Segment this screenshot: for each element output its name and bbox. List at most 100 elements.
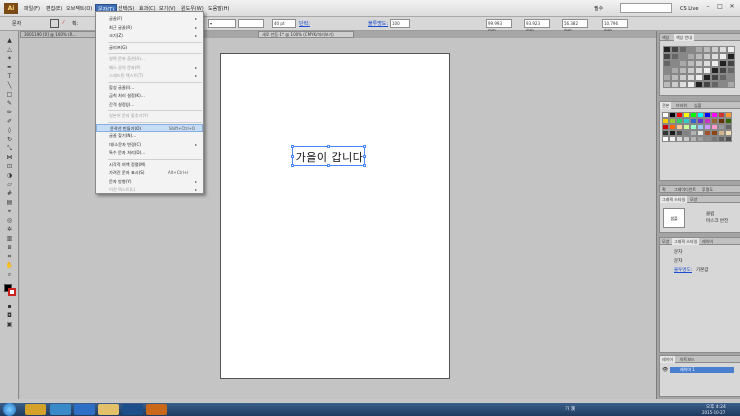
tab-layers[interactable]: 레이어: [660, 356, 676, 363]
swatch-cell[interactable]: [676, 136, 683, 142]
color-guide-grid[interactable]: [663, 46, 735, 88]
color-guide-swatch[interactable]: [719, 60, 727, 67]
tab-color[interactable]: 색상: [660, 34, 671, 41]
handle-right[interactable]: [363, 155, 366, 158]
type-menu-item[interactable]: 글리프(G): [96, 44, 203, 52]
selection-tool-icon[interactable]: ▲: [3, 37, 16, 44]
type-menu-item[interactable]: 시각적 여백 정렬(M): [96, 161, 203, 169]
tab-appearance[interactable]: 모양: [660, 238, 671, 245]
artboard-tool-icon[interactable]: ⧈: [3, 244, 16, 251]
color-guide-swatch[interactable]: [695, 53, 703, 60]
clip-option[interactable]: 클립: [706, 211, 714, 217]
width-tool-icon[interactable]: ⋈: [3, 154, 16, 161]
color-guide-swatch[interactable]: [687, 60, 695, 67]
swatch-cell[interactable]: [690, 136, 697, 142]
x-field[interactable]: 99.993 mm: [486, 19, 512, 33]
start-button-icon[interactable]: [3, 403, 16, 416]
line-tool-icon[interactable]: ╲: [3, 82, 16, 89]
swatch-cell[interactable]: [683, 136, 690, 142]
pencil-tool-icon[interactable]: ✏: [3, 109, 16, 116]
color-guide-swatch[interactable]: [663, 81, 671, 88]
clock-date[interactable]: 2015-10-27: [702, 410, 725, 415]
swatch-cell[interactable]: [662, 136, 669, 142]
stroke-swatch-icon[interactable]: ⁄: [63, 20, 64, 26]
handle-bottom-left[interactable]: [291, 164, 294, 167]
color-guide-swatch[interactable]: [711, 74, 719, 81]
type-menu-item[interactable]: 윤곽선 만들기(O) Shift+Ctrl+O: [96, 123, 203, 132]
color-guide-swatch[interactable]: [695, 46, 703, 53]
color-guide-swatch[interactable]: [727, 74, 735, 81]
handle-bottom-right[interactable]: [363, 164, 366, 167]
invert-mask-option[interactable]: 마스크 반전: [706, 218, 728, 224]
graph-tool-icon[interactable]: ▥: [3, 235, 16, 242]
appearance-opacity-link[interactable]: 불투명도:: [674, 267, 692, 273]
perspective-tool-icon[interactable]: ▱: [3, 181, 16, 188]
tab-stroke[interactable]: 획: [660, 186, 668, 193]
color-guide-swatch[interactable]: [671, 53, 679, 60]
draw-mode-icon[interactable]: ◘: [3, 312, 16, 319]
menu-edit[interactable]: 편집(E): [44, 4, 64, 14]
close-icon[interactable]: ✕: [726, 2, 738, 11]
color-guide-swatch[interactable]: [671, 74, 679, 81]
tab-appearance-mini[interactable]: 모양: [688, 196, 699, 203]
stroke-color-icon[interactable]: [8, 288, 16, 296]
direct-selection-tool-icon[interactable]: △: [3, 46, 16, 53]
font-size-value[interactable]: 40 pt: [272, 19, 296, 28]
type-menu-item[interactable]: 최근 글꼴(R) ▸: [96, 24, 203, 32]
tab-color-guide[interactable]: 색상 안내: [674, 34, 694, 41]
handle-left[interactable]: [291, 155, 294, 158]
layer-row[interactable]: 레이어 1: [670, 367, 734, 373]
tab-layers-mini[interactable]: 레이어: [700, 238, 715, 245]
screen-mode-icon[interactable]: ▣: [3, 321, 16, 328]
color-guide-swatch[interactable]: [687, 53, 695, 60]
color-guide-swatch[interactable]: [711, 46, 719, 53]
handle-bottom[interactable]: [327, 164, 330, 167]
color-guide-swatch[interactable]: [695, 60, 703, 67]
color-guide-swatch[interactable]: [727, 53, 735, 60]
tab-graphic-styles[interactable]: 그래픽 스타일: [660, 196, 688, 203]
style-preview[interactable]: 샘플: [663, 208, 685, 228]
color-guide-swatch[interactable]: [719, 74, 727, 81]
type-menu-item[interactable]: 크기(Z) ▸: [96, 32, 203, 40]
type-menu-item[interactable]: 금칙 처리 설정(K)...: [96, 92, 203, 100]
swatch-grid[interactable]: [662, 112, 732, 142]
color-guide-swatch[interactable]: [695, 81, 703, 88]
color-guide-swatch[interactable]: [719, 81, 727, 88]
handle-top-right[interactable]: [363, 145, 366, 148]
selected-text-object[interactable]: 가을이 갑니다: [291, 145, 366, 167]
handle-top-left[interactable]: [291, 145, 294, 148]
color-guide-swatch[interactable]: [679, 53, 687, 60]
color-guide-swatch[interactable]: [703, 60, 711, 67]
color-guide-swatch[interactable]: [663, 53, 671, 60]
color-guide-swatch[interactable]: [727, 81, 735, 88]
free-transform-tool-icon[interactable]: ⊡: [3, 163, 16, 170]
color-guide-swatch[interactable]: [679, 60, 687, 67]
color-guide-swatch[interactable]: [663, 60, 671, 67]
color-guide-swatch[interactable]: [663, 74, 671, 81]
color-guide-swatch[interactable]: [727, 60, 735, 67]
blend-tool-icon[interactable]: ◎: [3, 217, 16, 224]
font-style-field[interactable]: ▾: [208, 19, 236, 28]
visibility-eye-icon[interactable]: 👁: [662, 367, 668, 373]
color-guide-swatch[interactable]: [687, 46, 695, 53]
type-menu-item[interactable]: 대/소문자 변경(C) ▸: [96, 141, 203, 149]
color-guide-swatch[interactable]: [711, 60, 719, 67]
color-guide-swatch[interactable]: [711, 53, 719, 60]
hand-tool-icon[interactable]: ✋: [3, 262, 16, 269]
color-guide-swatch[interactable]: [671, 46, 679, 53]
color-mode-icon[interactable]: ▪: [3, 303, 16, 310]
color-guide-swatch[interactable]: [687, 67, 695, 74]
color-guide-swatch[interactable]: [703, 53, 711, 60]
brush-tool-icon[interactable]: ✎: [3, 100, 16, 107]
color-guide-swatch[interactable]: [695, 74, 703, 81]
minimize-icon[interactable]: –: [702, 2, 714, 11]
y-field[interactable]: 93.923 mm: [524, 19, 550, 33]
magic-wand-tool-icon[interactable]: ✶: [3, 55, 16, 62]
color-guide-swatch[interactable]: [663, 46, 671, 53]
w-field[interactable]: 56.382 mm: [562, 19, 588, 33]
type-menu-item[interactable]: 문자 방향(Y) ▸: [96, 178, 203, 186]
swatch-cell[interactable]: [718, 136, 725, 142]
color-guide-swatch[interactable]: [671, 60, 679, 67]
type-menu-item[interactable]: 합성 글꼴(I)...: [96, 84, 203, 92]
color-guide-swatch[interactable]: [671, 67, 679, 74]
